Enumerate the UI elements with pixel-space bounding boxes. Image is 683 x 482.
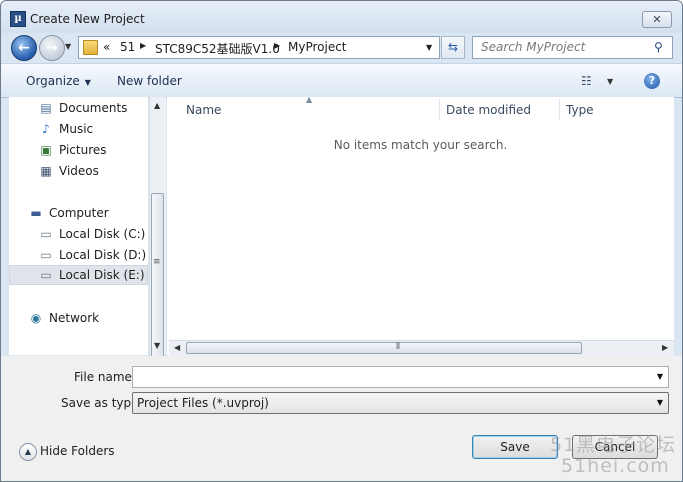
sidebar-item-music[interactable]: ♪ Music (9, 119, 148, 139)
drive-c-icon: ▭ (40, 227, 52, 241)
sidebar-item-network[interactable]: ◉ Network (9, 308, 148, 328)
forward-button[interactable]: → (39, 35, 65, 61)
nav-pane-scrollbar[interactable]: ▲ ≡ ▼ (149, 97, 166, 433)
watermark-url: 51hei.com (561, 455, 670, 477)
breadcrumb-stc89c52[interactable]: STC89C52基础版V1.0 (155, 40, 280, 57)
navigation-pane: ▤ Documents ♪ Music ▣ Pictures ▦ Videos … (9, 97, 148, 355)
file-list-scrollbar[interactable]: ◀ ⦀ ▶ (169, 340, 674, 356)
recent-pages-dropdown[interactable]: ▼ (65, 42, 71, 51)
command-bar: Organize ▼ New folder ☷ ▼ ? (1, 63, 682, 98)
chevron-down-icon: ▼ (84, 78, 91, 87)
sidebar-item-documents[interactable]: ▤ Documents (9, 98, 148, 118)
sidebar-item-videos[interactable]: ▦ Videos (9, 161, 148, 181)
save-button[interactable]: Save (472, 435, 558, 459)
music-icon: ♪ (42, 122, 50, 136)
grip-icon: ⦀ (396, 342, 400, 352)
search-placeholder: Search MyProject (481, 40, 586, 54)
column-header-label: Name (186, 103, 222, 117)
scroll-right-icon[interactable]: ▶ (662, 343, 668, 352)
navigation-row: ← → ▼ « 51 ▶ STC89C52基础版V1.0 ▶ MyProject… (1, 33, 682, 63)
grip-icon: ≡ (153, 257, 161, 267)
sidebar-item-label: Pictures (59, 143, 107, 157)
sidebar-item-pictures[interactable]: ▣ Pictures (9, 140, 148, 160)
refresh-button[interactable]: ⇆ (441, 36, 465, 59)
sidebar-item-label: Local Disk (E:) (59, 268, 145, 282)
address-bar[interactable]: « 51 ▶ STC89C52基础版V1.0 ▶ MyProject ▼ (78, 36, 440, 59)
views-dropdown-icon[interactable]: ▼ (607, 77, 613, 86)
save-as-type-label: Save as type: (61, 396, 143, 410)
sidebar-item-local-disk-c[interactable]: ▭ Local Disk (C:) (9, 224, 148, 244)
empty-folder-message: No items match your search. (333, 138, 508, 152)
scroll-up-icon[interactable]: ▲ (154, 101, 160, 110)
sidebar-item-label: Local Disk (C:) (59, 227, 146, 241)
column-header-name[interactable]: Name ▲ (167, 95, 439, 121)
watermark-text: 51黑电子论坛 (550, 434, 677, 456)
address-dropdown-icon[interactable]: ▼ (426, 43, 432, 52)
hide-folders-toggle-icon[interactable]: ▲ (19, 443, 37, 461)
hide-folders-button[interactable]: Hide Folders (40, 444, 115, 458)
sidebar-item-local-disk-e[interactable]: ▭ Local Disk (E:) (9, 265, 148, 285)
column-header-type[interactable]: Type (547, 97, 667, 121)
breadcrumb-overflow[interactable]: « (103, 40, 110, 54)
breadcrumb-51[interactable]: 51 (120, 40, 135, 54)
scroll-down-icon[interactable]: ▼ (154, 341, 160, 350)
save-as-type-value: Project Files (*.uvproj) (137, 396, 269, 410)
scroll-thumb[interactable]: ⦀ (186, 342, 582, 354)
documents-icon: ▤ (40, 101, 52, 115)
scroll-left-icon[interactable]: ◀ (174, 343, 180, 352)
breadcrumb-separator-icon[interactable]: ▶ (140, 41, 146, 50)
dialog-window: µ Create New Project ✕ ← → ▼ « 51 ▶ STC8… (0, 0, 683, 482)
search-input[interactable]: Search MyProject ⚲ (472, 36, 673, 59)
sidebar-item-label: Music (59, 122, 94, 136)
save-as-type-select[interactable]: Project Files (*.uvproj) ▼ (132, 392, 669, 414)
network-icon: ◉ (30, 311, 42, 325)
column-header-label: Type (566, 103, 594, 117)
file-name-label: File name: (74, 370, 136, 384)
sidebar-item-label: Documents (59, 101, 128, 115)
column-header-date-modified[interactable]: Date modified (427, 97, 559, 121)
file-list: Name ▲ Date modified Type No items match… (167, 95, 674, 355)
column-header-label: Date modified (446, 103, 532, 117)
sidebar-item-label: Videos (59, 164, 99, 178)
breadcrumb-separator-icon[interactable]: ▶ (274, 41, 280, 50)
organize-menu[interactable]: Organize ▼ (26, 74, 91, 88)
sidebar-item-label: Network (49, 311, 100, 325)
new-folder-button[interactable]: New folder (117, 74, 182, 88)
back-button[interactable]: ← (11, 35, 37, 61)
breadcrumb-myproject[interactable]: MyProject (288, 40, 347, 54)
app-icon: µ (10, 11, 26, 27)
title-bar: µ Create New Project ✕ (1, 1, 682, 33)
file-name-dropdown-icon[interactable]: ▼ (657, 372, 663, 381)
videos-icon: ▦ (40, 164, 52, 178)
sidebar-item-local-disk-d[interactable]: ▭ Local Disk (D:) (9, 245, 148, 265)
sort-ascending-icon: ▲ (306, 95, 313, 104)
drive-d-icon: ▭ (40, 248, 52, 262)
pictures-icon: ▣ (40, 143, 52, 157)
computer-icon: ▬ (30, 206, 42, 220)
views-icon[interactable]: ☷ (581, 74, 592, 88)
close-button[interactable]: ✕ (642, 11, 672, 28)
sidebar-item-computer[interactable]: ▬ Computer (9, 203, 148, 223)
window-title: Create New Project (30, 12, 145, 26)
folder-icon (83, 40, 98, 55)
chevron-down-icon: ▼ (656, 398, 663, 407)
drive-e-icon: ▭ (40, 268, 52, 282)
help-icon[interactable]: ? (644, 73, 660, 89)
search-icon[interactable]: ⚲ (654, 40, 663, 54)
sidebar-item-label: Local Disk (D:) (59, 248, 147, 262)
file-name-field[interactable]: ▼ (132, 366, 669, 388)
organize-label: Organize (26, 74, 80, 88)
sidebar-item-label: Computer (49, 206, 109, 220)
